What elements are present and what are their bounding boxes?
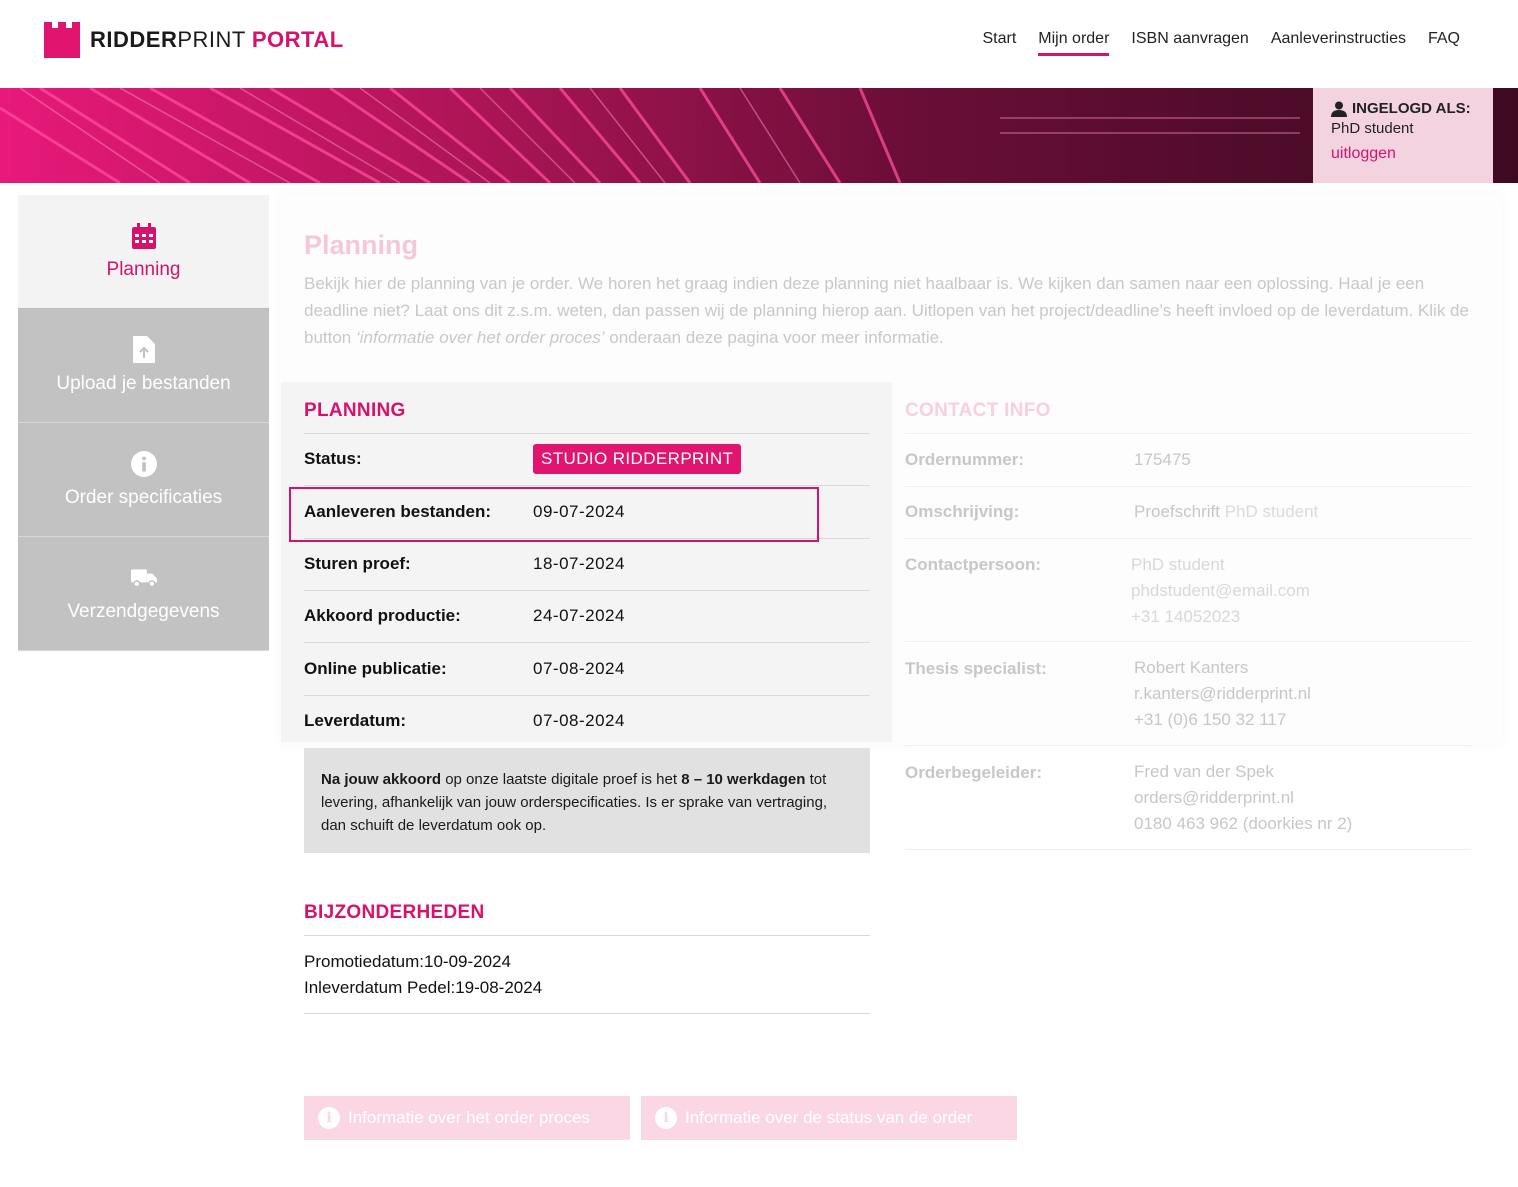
contact-heading: CONTACT INFO (905, 400, 1051, 421)
order-process-info-button[interactable]: i Informatie over het order proces (304, 1096, 630, 1140)
nav-start[interactable]: Start (982, 30, 1016, 56)
calendar-icon (131, 222, 157, 249)
nav-aanleverinstructies[interactable]: Aanleverinstructies (1271, 30, 1406, 56)
begeleider-value: Fred van der Spek orders@ridderprint.nl … (1134, 759, 1352, 837)
planning-row: Leverdatum: 07-08-2024 (304, 696, 870, 748)
highlight-box (289, 487, 819, 542)
contact-row-omschrijving: Omschrijving: Proefschrift PhD student (905, 487, 1471, 539)
contact-row-ordernummer: Ordernummer: 175475 (905, 434, 1471, 487)
contact-name: PhD student (1131, 555, 1225, 574)
planning-row-label: Leverdatum: (304, 711, 407, 730)
sidebar-item-label: Order specificaties (64, 486, 223, 508)
planning-row-value: 18-07-2024 (533, 554, 625, 573)
planning-row-label: Sturen proef: (304, 554, 411, 573)
login-title: INGELOGD ALS: (1331, 100, 1475, 117)
bijzonderheden-item: Promotiedatum:10-09-2024 (304, 952, 511, 971)
logo-text: RIDDERPRINT PORTAL (90, 27, 344, 53)
sidebar-item-label: Upload je bestanden (56, 372, 231, 394)
contact-label: Contactpersoon: (905, 555, 1041, 574)
button-label: Informatie over het order proces (348, 1108, 590, 1127)
sidebar-item-label: Planning (106, 258, 181, 280)
castle-logo-icon (44, 22, 80, 58)
planning-row: Akkoord productie: 24-07-2024 (304, 591, 870, 643)
bijzonderheden-list: Promotiedatum:10-09-2024 Inleverdatum Pe… (304, 949, 542, 1001)
main-nav: Start Mijn order ISBN aanvragen Aanlever… (982, 30, 1460, 56)
contact-label: Thesis specialist: (905, 659, 1047, 678)
planning-row-label: Online publicatie: (304, 659, 447, 678)
contact-label: Omschrijving: (905, 502, 1020, 521)
planning-row-value: 24-07-2024 (533, 606, 625, 625)
nav-mijn-order[interactable]: Mijn order (1038, 30, 1110, 56)
info-icon: i (655, 1107, 677, 1129)
truck-icon (130, 565, 157, 591)
planning-row-label: Akkoord productie: (304, 606, 461, 625)
login-username: PhD student (1331, 120, 1414, 137)
bijzonderheden-divider-bottom (304, 1013, 870, 1014)
planning-row-value: 07-08-2024 (533, 711, 625, 730)
user-icon (1331, 101, 1347, 117)
info-icon (130, 450, 157, 477)
contact-label: Ordernummer: (905, 450, 1025, 469)
specialist-phone: +31 (0)6 150 32 117 (1134, 710, 1287, 729)
login-panel: INGELOGD ALS: PhD student uitloggen (1313, 88, 1493, 183)
sidebar: Planning Upload je bestanden Order speci… (18, 195, 269, 651)
sidebar-item-upload[interactable]: Upload je bestanden (18, 309, 269, 423)
nav-faq[interactable]: FAQ (1428, 30, 1460, 56)
header-banner (0, 88, 1518, 183)
omschrijving-name: PhD student (1224, 502, 1319, 521)
contact-row-orderbegeleider: Orderbegeleider: Fred van der Spek order… (905, 746, 1471, 850)
logo-regular: PRINT (177, 27, 246, 52)
planning-row-value: 07-08-2024 (533, 659, 625, 678)
contact-phone: +31 14052023 (1131, 607, 1241, 626)
intro-italic: ‘informatie over het order proces’ (356, 328, 605, 347)
bijzonderheden-item: Inleverdatum Pedel:19-08-2024 (304, 978, 543, 997)
note-text-1: op onze laatste digitale proef is het (441, 771, 682, 788)
begeleider-email[interactable]: orders@ridderprint.nl (1134, 785, 1352, 811)
sidebar-item-label: Verzendgegevens (67, 600, 220, 622)
omschrijving-type: Proefschrift (1134, 502, 1220, 521)
page-title: Planning (304, 230, 418, 260)
contact-row-thesis-specialist: Thesis specialist: Robert Kanters r.kant… (905, 642, 1471, 746)
specialist-email[interactable]: r.kanters@ridderprint.nl (1134, 681, 1311, 707)
specialist-name: Robert Kanters (1134, 658, 1249, 677)
login-title-text: INGELOGD ALS: (1352, 100, 1471, 117)
sidebar-item-planning[interactable]: Planning (18, 195, 269, 309)
specialist-value: Robert Kanters r.kanters@ridderprint.nl … (1134, 655, 1311, 733)
ridderprint-logo[interactable]: RIDDERPRINT PORTAL (44, 22, 344, 58)
sidebar-item-order-specificaties[interactable]: Order specificaties (18, 423, 269, 537)
status-label: Status: (304, 449, 362, 468)
logo-portal: PORTAL (251, 27, 344, 52)
omschrijving-value: Proefschrift PhD student (1134, 499, 1318, 525)
contact-label: Orderbegeleider: (905, 763, 1042, 782)
page-intro: Bekijk hier de planning van je order. We… (304, 270, 1472, 351)
logo-bold: RIDDER (90, 27, 178, 52)
delivery-note: Na jouw akkoord op onze laatste digitale… (304, 748, 870, 853)
bijzonderheden-divider (304, 935, 870, 936)
note-bold-1: Na jouw akkoord (321, 771, 442, 788)
bijzonderheden-heading: BIJZONDERHEDEN (304, 902, 485, 923)
order-status-info-button[interactable]: i Informatie over de status van de order (641, 1096, 1017, 1140)
file-upload-icon (131, 336, 157, 363)
status-badge: STUDIO RIDDERPRINT (533, 444, 742, 474)
contactpersoon-value: PhD student phdstudent@email.com +31 140… (1131, 552, 1310, 630)
begeleider-phone: 0180 463 962 (doorkies nr 2) (1134, 814, 1353, 833)
info-icon: i (318, 1107, 340, 1129)
ordernummer-value: 175475 (1134, 450, 1191, 469)
nav-isbn-aanvragen[interactable]: ISBN aanvragen (1131, 30, 1248, 56)
banner-pages-graphic (0, 88, 1300, 183)
intro-text-2: onderaan deze pagina voor meer informati… (604, 328, 944, 347)
contact-email[interactable]: phdstudent@email.com (1131, 578, 1310, 604)
top-header: RIDDERPRINT PORTAL Start Mijn order ISBN … (0, 0, 1518, 88)
planning-row: Sturen proef: 18-07-2024 (304, 539, 870, 591)
button-label: Informatie over de status van de order (685, 1108, 973, 1127)
begeleider-name: Fred van der Spek (1134, 762, 1274, 781)
sidebar-item-verzendgegevens[interactable]: Verzendgegevens (18, 537, 269, 651)
contact-row-contactpersoon: Contactpersoon: PhD student phdstudent@e… (905, 539, 1471, 642)
logout-link[interactable]: uitloggen (1331, 145, 1475, 163)
planning-heading: PLANNING (304, 400, 406, 421)
note-bold-2: 8 – 10 werkdagen (681, 771, 806, 788)
planning-row: Online publicatie: 07-08-2024 (304, 644, 870, 696)
planning-row-status: Status: STUDIO RIDDERPRINT (304, 434, 870, 486)
